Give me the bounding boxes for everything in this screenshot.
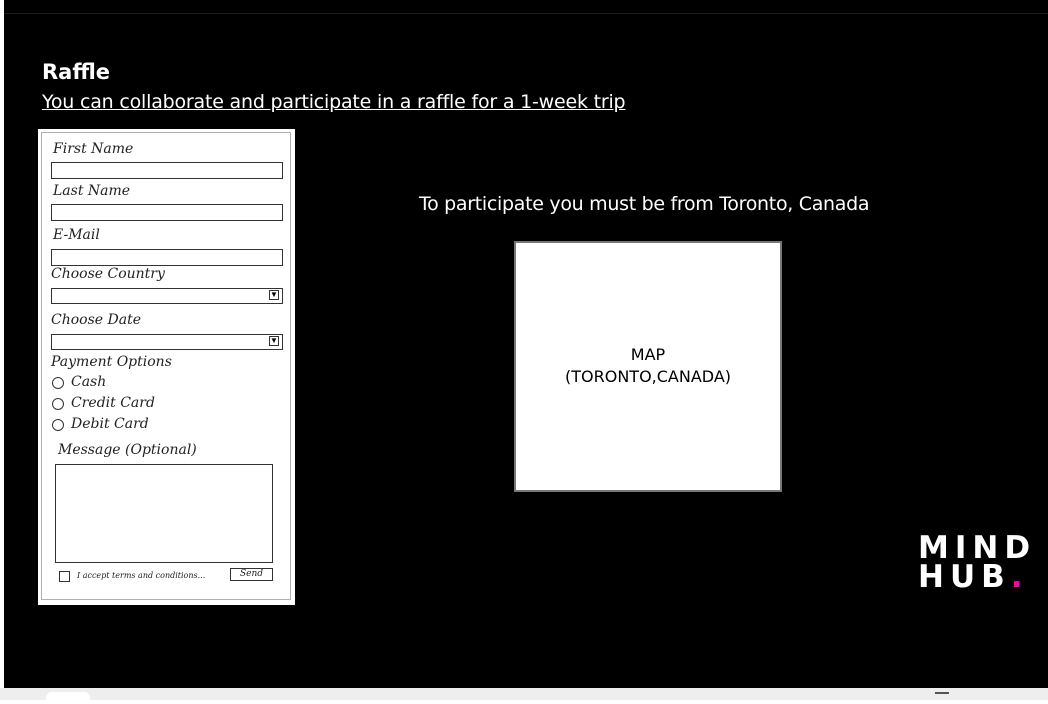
toolbar-square-icon[interactable] bbox=[935, 692, 949, 700]
toolbar-pill[interactable] bbox=[46, 692, 90, 704]
logo-line2: HUB. bbox=[918, 562, 1043, 593]
radio-circle-icon[interactable] bbox=[52, 377, 64, 389]
last-name-input[interactable] bbox=[51, 204, 283, 221]
country-label: Choose Country bbox=[51, 266, 165, 282]
country-select[interactable]: ▼ bbox=[51, 288, 283, 304]
send-button[interactable]: Send bbox=[230, 568, 273, 581]
email-input[interactable] bbox=[51, 249, 283, 266]
mindhub-logo: MIND HUB. bbox=[918, 533, 1043, 593]
map-caption-line2: (TORONTO,CANADA) bbox=[565, 367, 731, 386]
terms-label: I accept terms and conditions... bbox=[77, 571, 206, 580]
radio-circle-icon[interactable] bbox=[52, 419, 64, 431]
radio-debit-card-label: Debit Card bbox=[71, 416, 149, 432]
participation-requirement: To participate you must be from Toronto,… bbox=[419, 193, 870, 215]
message-textarea[interactable] bbox=[55, 464, 273, 563]
date-label: Choose Date bbox=[51, 312, 141, 328]
last-name-label: Last Name bbox=[53, 183, 131, 199]
logo-dot: . bbox=[1010, 559, 1029, 595]
map-placeholder: MAP (TORONTO,CANADA) bbox=[514, 241, 782, 492]
map-caption: MAP (TORONTO,CANADA) bbox=[516, 344, 780, 388]
terms-checkbox[interactable] bbox=[59, 571, 70, 582]
radio-cash-label: Cash bbox=[71, 374, 107, 390]
page-subtitle-link[interactable]: You can collaborate and participate in a… bbox=[42, 91, 626, 113]
chevron-down-icon[interactable]: ▼ bbox=[269, 336, 279, 346]
message-label: Message (Optional) bbox=[58, 442, 197, 458]
first-name-label: First Name bbox=[53, 141, 134, 157]
bottom-toolbar bbox=[0, 688, 1048, 704]
email-label: E-Mail bbox=[53, 227, 100, 243]
logo-line2-text: HUB bbox=[918, 559, 1011, 595]
first-name-input[interactable] bbox=[51, 162, 283, 179]
payment-options-label: Payment Options bbox=[51, 354, 172, 370]
slide: Raffle You can collaborate and participa… bbox=[4, 0, 1048, 688]
divider bbox=[4, 13, 1048, 14]
date-select[interactable]: ▼ bbox=[51, 334, 283, 350]
raffle-form: First Name Last Name E-Mail Choose Count… bbox=[38, 129, 295, 605]
page-title: Raffle bbox=[42, 60, 111, 84]
radio-circle-icon[interactable] bbox=[52, 398, 64, 410]
radio-credit-card-label: Credit Card bbox=[71, 395, 155, 411]
map-caption-line1: MAP bbox=[630, 345, 666, 364]
chevron-down-icon[interactable]: ▼ bbox=[269, 290, 279, 300]
